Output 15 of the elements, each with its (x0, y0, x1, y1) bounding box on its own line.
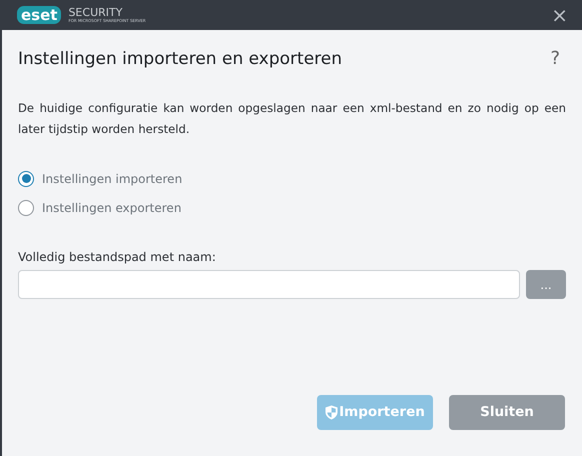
field-label: Volledig bestandspad met naam: (18, 249, 217, 266)
browse-button[interactable]: ... (526, 270, 566, 299)
radio-label[interactable]: Instellingen importeren (42, 170, 182, 188)
close-button[interactable]: × (551, 5, 568, 25)
description: De huidige configuratie kan worden opgeslagen naar een xml-bestand en zo nodig op een later tijdstip worden hersteld. (18, 100, 566, 138)
shield-icon (325, 405, 338, 420)
dialog-title: Instellingen importeren en exporteren (18, 49, 342, 70)
help-button[interactable]: ? (550, 45, 560, 72)
radio-button[interactable] (18, 170, 34, 186)
product-name: SECURITY (68, 6, 124, 18)
radio-label[interactable]: Instellingen exporteren (42, 198, 182, 216)
path-field[interactable] (18, 270, 520, 299)
close-button[interactable]: Sluiten (449, 395, 565, 430)
logo: eset (17, 6, 62, 24)
radio-button[interactable] (18, 200, 34, 216)
